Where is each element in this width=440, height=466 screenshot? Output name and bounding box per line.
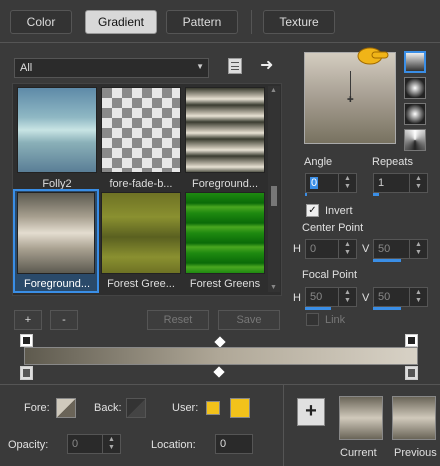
tab-texture[interactable]: Texture [263,10,335,34]
back-color-swatch[interactable] [126,398,146,418]
radial-style-button[interactable] [404,103,426,125]
focal-v-label: V [362,292,370,304]
center-h-spinner[interactable]: ▲ ▼ [338,240,356,258]
pointer-hand-icon [356,42,390,68]
rectangular-style-button[interactable] [404,77,426,99]
list-scrollbar[interactable]: ▲ ▼ [268,86,280,292]
fore-label: Fore: [24,402,50,414]
center-h-input[interactable]: 0 ▲ ▼ [305,239,357,259]
opacity-spinner[interactable]: ▲ ▼ [102,435,120,453]
swatch-folly2[interactable] [17,87,97,173]
focal-point-label: Focal Point [302,269,358,281]
user-color-small[interactable] [206,401,220,415]
angle-input[interactable]: 0 ▲ ▼ [305,173,357,193]
previous-preview[interactable] [392,396,436,440]
color-stop-right[interactable] [405,366,418,380]
swatch-label: Forest Greens [189,278,261,290]
opacity-stop-right[interactable] [405,334,418,347]
repeats-slider[interactable] [373,193,379,196]
swatch-forest-greens[interactable] [185,192,265,274]
focal-h-spinner[interactable]: ▲ ▼ [338,288,356,306]
user-color-swatch[interactable] [230,398,250,418]
tab-color[interactable]: Color [10,10,72,34]
center-point-label: Center Point [302,222,364,234]
focal-v-input[interactable]: 50 ▲ ▼ [373,287,428,307]
center-v-input[interactable]: 50 ▲ ▼ [373,239,428,259]
angle-slider[interactable] [305,193,307,196]
color-midpoint[interactable] [213,366,225,378]
add-to-library-button[interactable]: + [297,398,325,426]
opacity-midpoint[interactable] [214,336,226,348]
focal-marker-icon[interactable]: ✚ [347,95,354,104]
invert-checkbox[interactable]: ✓ [306,204,319,217]
focal-h-label: H [293,292,301,304]
location-label: Location: [151,439,196,451]
bottom-vertical-divider [283,385,284,466]
focal-h-slider[interactable] [305,307,331,310]
swatch-fore-fade[interactable] [101,87,181,173]
center-v-label: V [362,243,370,255]
previous-label: Previous [394,447,437,459]
swatch-label: Foreground... [23,278,91,290]
center-v-slider[interactable] [373,259,401,262]
user-label: User: [172,402,199,414]
opacity-label: Opacity: [8,439,49,451]
repeats-spinner[interactable]: ▲ ▼ [409,174,427,192]
scrollbar-thumb[interactable] [271,186,277,206]
swatch-forest-green[interactable] [101,192,181,274]
repeats-input[interactable]: 1 ▲ ▼ [373,173,428,193]
reset-button[interactable]: Reset [147,310,209,330]
center-h-label: H [293,243,301,255]
save-button[interactable]: Save [218,310,280,330]
fore-color-swatch[interactable] [56,398,76,418]
swatch-label: Foreground... [191,178,259,190]
sunburst-style-button[interactable] [404,129,426,151]
swatch-foreground-selected[interactable] [17,192,95,274]
repeats-label: Repeats [372,156,413,168]
tab-divider [251,10,252,34]
focal-v-slider[interactable] [373,307,401,310]
location-input[interactable]: 0 [215,434,253,454]
opacity-stop-left[interactable] [20,334,33,347]
tab-gradient[interactable]: Gradient [85,10,157,34]
angle-spinner[interactable]: ▲ ▼ [338,174,356,192]
swatch-label: fore-fade-b... [109,178,173,190]
invert-label: Invert [325,205,353,217]
angle-label: Angle [304,156,333,168]
color-stop-left[interactable] [20,366,33,380]
category-value: All [20,62,33,74]
chevron-down-icon: ▼ [196,62,204,71]
gradient-bar[interactable] [24,347,418,365]
library-icon[interactable] [228,58,242,74]
focal-v-spinner[interactable]: ▲ ▼ [409,288,427,306]
swatch-label: Forest Gree... [107,278,175,290]
link-label: Link [325,314,346,326]
link-checkbox[interactable] [306,313,319,326]
remove-gradient-button[interactable]: - [50,310,78,330]
category-dropdown[interactable]: All ▼ [14,58,209,78]
center-v-spinner[interactable]: ▲ ▼ [409,240,427,258]
arrow-right-icon[interactable]: ➜ [260,55,273,75]
focal-h-input[interactable]: 50 ▲ ▼ [305,287,357,307]
current-label: Current [340,447,377,459]
bottom-divider [0,384,440,385]
back-label: Back: [94,402,122,414]
tab-pattern[interactable]: Pattern [166,10,238,34]
opacity-input[interactable]: 0 ▲ ▼ [67,434,121,454]
swatch-foreground-stripes[interactable] [185,87,265,173]
current-preview [339,396,383,440]
add-gradient-button[interactable]: + [14,310,42,330]
linear-style-button[interactable] [404,51,426,73]
